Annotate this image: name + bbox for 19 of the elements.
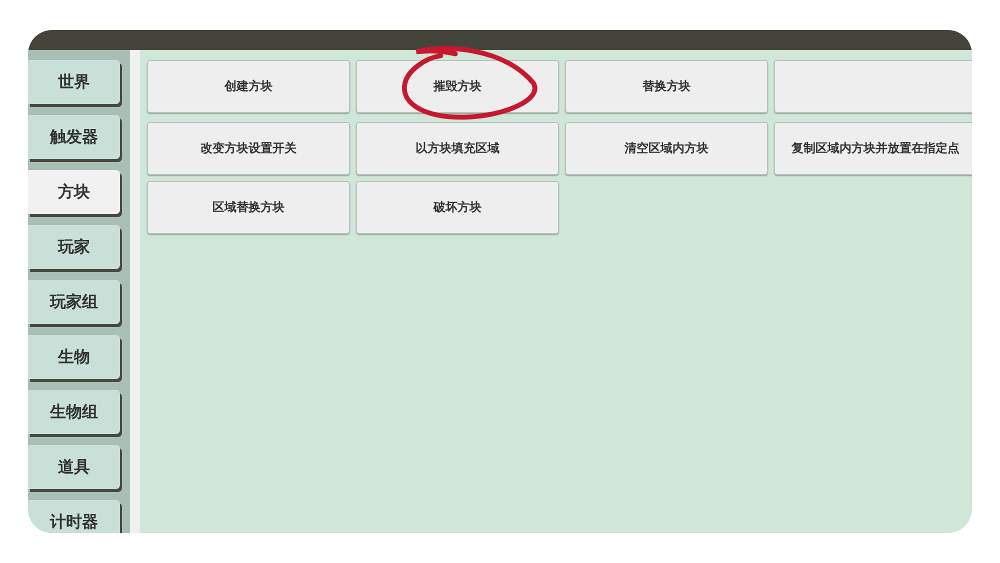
action-button[interactable]: 清空区域内方块	[565, 122, 768, 175]
action-button[interactable]: 复制区域内方块并放置在指定点	[774, 122, 972, 175]
category-tab[interactable]: 玩家组	[28, 280, 120, 324]
category-tab[interactable]: 生物组	[28, 390, 120, 434]
action-button[interactable]: 破坏方块	[356, 181, 559, 234]
category-tab[interactable]: 方块	[28, 170, 120, 214]
category-tab[interactable]: 世界	[28, 60, 120, 104]
action-button[interactable]: 摧毁方块	[356, 60, 559, 113]
action-button[interactable]: 以方块填充区域	[356, 122, 559, 175]
category-tab[interactable]: 触发器	[28, 115, 120, 159]
action-button[interactable]: 替换方块	[565, 60, 768, 113]
category-tab[interactable]: 道具	[28, 445, 120, 489]
action-button[interactable]: 创建方块	[147, 60, 350, 113]
category-tab[interactable]: 玩家	[28, 225, 120, 269]
category-tab[interactable]: 生物	[28, 335, 120, 379]
action-button[interactable]: 区域替换方块	[147, 181, 350, 234]
category-tab[interactable]: 计时器	[28, 500, 120, 533]
action-button[interactable]: 改变方块设置开关	[147, 122, 350, 175]
action-button[interactable]	[774, 60, 972, 113]
